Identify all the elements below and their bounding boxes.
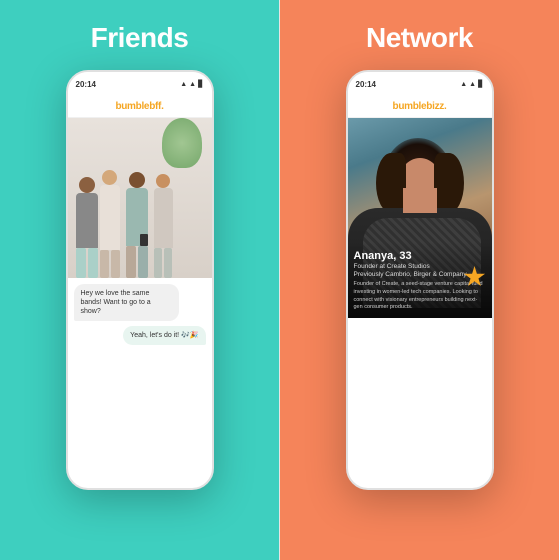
wifi-icon: ▲ [189, 81, 196, 88]
signal-icon: ▲ [180, 81, 187, 88]
network-title: Network [366, 22, 473, 54]
head-4 [156, 174, 170, 188]
friends-panel: Friends 20:14 ▲ ▲ ▊ bumblebff. [0, 0, 279, 560]
received-bubble: Hey we love the same bands! Want to go t… [74, 284, 180, 321]
legs-4 [154, 248, 172, 278]
plant-decoration [162, 118, 202, 168]
body-2 [100, 185, 120, 250]
leg-4a [154, 248, 162, 278]
hair-right [434, 153, 464, 213]
friends-status-icons: ▲ ▲ ▊ [180, 80, 203, 88]
leg-2a [100, 250, 109, 278]
legs-3 [126, 246, 148, 278]
battery-icon-2: ▊ [478, 80, 483, 88]
head-3 [129, 172, 145, 188]
hair-left [376, 153, 406, 213]
woman-figure-4 [154, 174, 173, 278]
leg-3a [126, 246, 136, 278]
friends-title: Friends [91, 22, 189, 54]
bizz-logo: bumblebizz. [393, 101, 447, 112]
network-status-icons: ▲ ▲ ▊ [460, 80, 483, 88]
leg-1a [76, 248, 86, 278]
bizz-profile-overlay: Ananya, 33 Founder at Create Studios Pre… [348, 242, 492, 318]
head-2 [102, 170, 117, 185]
network-phone: 20:14 ▲ ▲ ▊ bumblebizz. [346, 70, 494, 490]
profile-description: Founder of Create, a seed-stage venture … [354, 281, 486, 312]
neck [403, 188, 437, 213]
woman-figure-2 [100, 170, 120, 278]
profile-title: Founder at Create Studios [354, 263, 486, 270]
friends-photo [68, 118, 212, 278]
body-4 [154, 188, 173, 248]
signal-icon-2: ▲ [460, 81, 467, 88]
leg-1b [88, 248, 98, 278]
friends-time: 20:14 [76, 80, 96, 89]
women-scene [68, 118, 212, 278]
head-1 [79, 177, 95, 193]
bizz-app-header: bumblebizz. [348, 96, 492, 118]
woman-figure-1 [76, 177, 98, 278]
friends-status-bar: 20:14 ▲ ▲ ▊ [68, 72, 212, 96]
battery-icon: ▊ [198, 80, 203, 88]
woman-figure-3 [126, 172, 148, 278]
network-time: 20:14 [356, 80, 376, 89]
legs-2 [100, 250, 120, 278]
leg-3b [138, 246, 148, 278]
body-1 [76, 193, 98, 248]
phone-prop [140, 234, 148, 246]
bizz-profile-image: Ananya, 33 Founder at Create Studios Pre… [348, 118, 492, 318]
profile-name: Ananya, 33 [354, 250, 486, 262]
bff-app-header: bumblebff. [68, 96, 212, 118]
friends-phone: 20:14 ▲ ▲ ▊ bumblebff. [66, 70, 214, 490]
network-panel: Network 20:14 ▲ ▲ ▊ bumblebizz. [280, 0, 559, 560]
legs-1 [76, 248, 98, 278]
wifi-icon-2: ▲ [469, 81, 476, 88]
leg-4b [164, 248, 172, 278]
network-status-bar: 20:14 ▲ ▲ ▊ [348, 72, 492, 96]
chat-area: Hey we love the same bands! Want to go t… [68, 278, 212, 351]
bff-logo: bumblebff. [115, 101, 163, 112]
leg-2b [111, 250, 120, 278]
sent-bubble: Yeah, let's do it! 🎶🎉 [123, 326, 205, 345]
